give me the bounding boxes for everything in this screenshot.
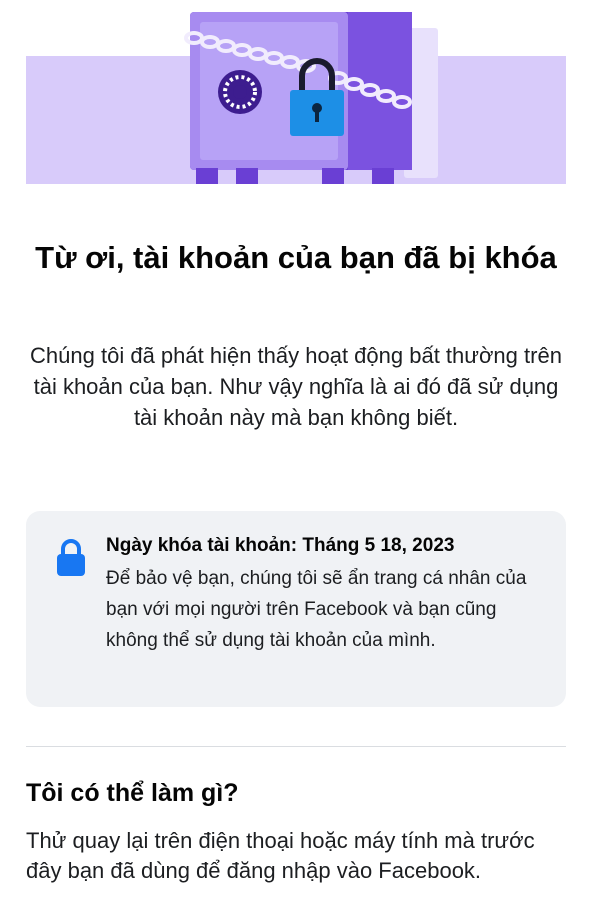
locked-safe-illustration: [26, 12, 566, 184]
lock-info-text: Để bảo vệ bạn, chúng tôi sẽ ẩn trang cá …: [106, 568, 527, 651]
section-body-what-can-i-do: Thử quay lại trên điện thoại hoặc máy tí…: [26, 828, 535, 883]
locked-account-illustration: [0, 0, 592, 200]
section-divider: [26, 746, 566, 747]
safe-dial-icon: [218, 70, 262, 114]
lock-description: Chúng tôi đã phát hiện thấy hoạt động bấ…: [30, 343, 562, 430]
lock-info-card: Ngày khóa tài khoản: Tháng 5 18, 2023 Để…: [26, 511, 566, 707]
page-title: Từ ơi, tài khoản của bạn đã bị khóa: [35, 240, 557, 275]
section-title-what-can-i-do: Tôi có thể làm gì?: [26, 779, 239, 807]
lock-date: Ngày khóa tài khoản: Tháng 5 18, 2023: [106, 535, 455, 556]
lock-icon: [56, 537, 86, 582]
